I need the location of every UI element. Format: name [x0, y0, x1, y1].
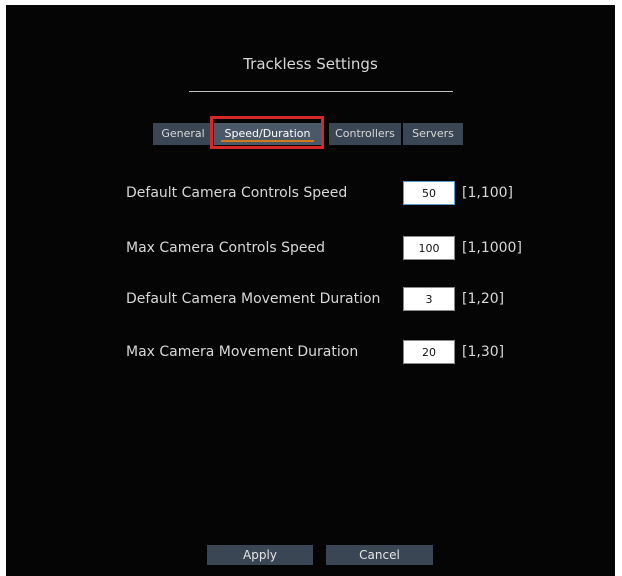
default-camera-controls-speed-range: [1,100]	[462, 185, 514, 201]
tab-controllers[interactable]: Controllers	[329, 123, 401, 145]
title-divider	[189, 91, 453, 92]
tab-servers[interactable]: Servers	[403, 123, 463, 145]
max-camera-controls-speed-input[interactable]	[403, 236, 455, 260]
apply-button[interactable]: Apply	[207, 545, 313, 565]
tab-speed-duration[interactable]: Speed/Duration	[214, 123, 321, 145]
max-camera-movement-duration-range: [1,30]	[462, 344, 505, 360]
dialog-title: Trackless Settings	[243, 55, 378, 73]
max-camera-controls-speed-label: Max Camera Controls Speed	[126, 240, 326, 256]
cancel-button[interactable]: Cancel	[326, 545, 433, 565]
max-camera-movement-duration-input[interactable]	[403, 340, 455, 364]
default-camera-movement-duration-input[interactable]	[403, 287, 455, 311]
tab-speed-duration-label: Speed/Duration	[224, 127, 311, 140]
default-camera-movement-duration-label: Default Camera Movement Duration	[126, 291, 381, 307]
tab-servers-label: Servers	[412, 127, 454, 140]
max-camera-movement-duration-label: Max Camera Movement Duration	[126, 344, 359, 360]
default-camera-controls-speed-label: Default Camera Controls Speed	[126, 185, 348, 201]
tab-controllers-label: Controllers	[335, 127, 395, 140]
max-camera-controls-speed-range: [1,1000]	[462, 240, 522, 256]
default-camera-controls-speed-input[interactable]	[403, 181, 455, 205]
default-camera-movement-duration-range: [1,20]	[462, 291, 505, 307]
settings-dialog: Trackless Settings General Speed/Duratio…	[6, 5, 615, 576]
tab-general[interactable]: General	[153, 123, 213, 145]
active-tab-indicator	[221, 140, 314, 142]
tab-general-label: General	[161, 127, 205, 140]
